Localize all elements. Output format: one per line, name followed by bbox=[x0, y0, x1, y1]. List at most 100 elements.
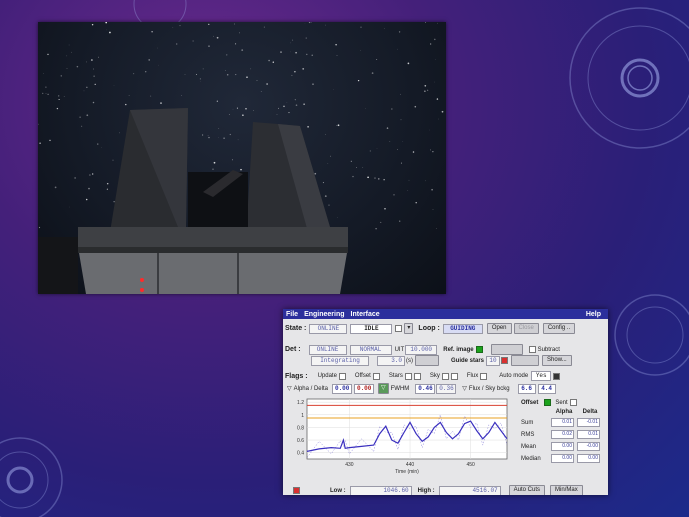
loop-label: Loop : bbox=[418, 325, 440, 332]
high-label: High : bbox=[417, 487, 435, 494]
guiding-plot: 1.2 1 0.8 0.6 0.4 430 440 450 Time (min) bbox=[297, 398, 508, 475]
flux-sky-expand-icon[interactable]: ▽ bbox=[462, 385, 467, 392]
offset-row: Mean 0.00 -0.00 bbox=[521, 442, 605, 451]
alpha-delta-label: Alpha / Delta bbox=[293, 385, 328, 392]
flags-row-2: ▽ Alpha / Delta 0.00 0.00 ▽ FWHM 0.46 0.… bbox=[287, 383, 556, 394]
state-idle-field: IDLE bbox=[350, 323, 393, 334]
low-label: Low : bbox=[330, 487, 346, 494]
offset-col-delta: Delta bbox=[582, 409, 598, 415]
delta-value-field: 0.00 bbox=[353, 383, 374, 394]
y-tick-label: 0.8 bbox=[297, 425, 304, 431]
det-online-field: ONLINE bbox=[308, 344, 347, 355]
flux-checkbox[interactable] bbox=[480, 372, 488, 380]
offset-panel: Offset Sent Alpha Delta Sum 0.01 -0.01 RMS 0… bbox=[521, 399, 605, 463]
update-checkbox[interactable] bbox=[338, 372, 346, 380]
offset-row-label: Mean bbox=[521, 443, 537, 450]
sent-checkbox[interactable] bbox=[569, 399, 577, 406]
offset-row: Sum 0.01 -0.01 bbox=[521, 418, 605, 427]
sky-checkbox[interactable] bbox=[441, 372, 449, 380]
cuts-row: Low : 1046.60 High : 4516.07 Auto Cuts M… bbox=[291, 485, 583, 495]
fwhm-label: FWHM bbox=[390, 385, 410, 392]
flux-label: Flux bbox=[466, 373, 479, 379]
menu-file[interactable]: File bbox=[286, 311, 298, 318]
auto-mode-checkbox[interactable] bbox=[553, 372, 561, 380]
state-online-field: ONLINE bbox=[309, 323, 348, 334]
x-tick-label: 440 bbox=[406, 462, 415, 468]
offset-checkbox[interactable] bbox=[372, 372, 380, 380]
offset-delta-value: -0.01 bbox=[577, 418, 600, 427]
close-button[interactable]: Close bbox=[513, 323, 539, 334]
ref-image-checkbox[interactable] bbox=[475, 346, 483, 353]
offset-label: Offset bbox=[354, 373, 371, 379]
state-arrow-button[interactable]: ▾ bbox=[404, 323, 414, 334]
guide-stars-indicator bbox=[501, 357, 509, 364]
cuts-indicator bbox=[293, 487, 300, 494]
offset-row: Median 0.00 0.00 bbox=[521, 454, 605, 463]
sky-label: Sky bbox=[429, 373, 440, 379]
open-button[interactable]: Open bbox=[486, 323, 512, 334]
seconds-button[interactable] bbox=[415, 355, 439, 366]
guide-stars-button[interactable] bbox=[511, 355, 540, 366]
menu-help[interactable]: Help bbox=[586, 311, 601, 318]
offset-col-alpha: Alpha bbox=[555, 409, 573, 415]
plot-area bbox=[306, 398, 508, 460]
offset-delta-value: 0.00 bbox=[577, 454, 600, 463]
y-tick-label: 0.4 bbox=[297, 451, 304, 457]
y-tick-label: 0.6 bbox=[297, 438, 304, 444]
offset-alpha-value: 0.02 bbox=[551, 430, 574, 439]
update-label: Update bbox=[317, 373, 337, 379]
offset-row: RMS 0.02 0.01 bbox=[521, 430, 605, 439]
fwhm-value-2: 0.36 bbox=[436, 383, 457, 394]
offset-delta-value: 0.01 bbox=[577, 430, 600, 439]
config-button[interactable]: Config .. bbox=[542, 323, 576, 334]
flux-sky-label: Flux / Sky bckg bbox=[468, 385, 510, 392]
min-max-button[interactable]: Min/Max bbox=[550, 485, 583, 495]
offset-sent-indicator bbox=[544, 399, 552, 406]
seconds-unit: (s) bbox=[406, 357, 413, 364]
uit-value-field[interactable]: 10.000 bbox=[405, 344, 438, 355]
alpha-delta-expand-icon[interactable]: ▽ bbox=[287, 385, 292, 392]
offset-alpha-value: 0.00 bbox=[551, 442, 574, 451]
show-button[interactable]: Show... bbox=[542, 355, 572, 366]
flags-label: Flags : bbox=[285, 372, 308, 380]
offset-alpha-value: 0.00 bbox=[551, 454, 574, 463]
det-row: Det : ONLINE NORMAL UIT 10.000 Ref. imag… bbox=[285, 344, 560, 355]
stars-label: Stars bbox=[388, 373, 403, 379]
menu-engineering[interactable]: Engineering bbox=[304, 311, 344, 318]
ref-image-button[interactable] bbox=[490, 344, 523, 355]
low-value-field[interactable]: 1046.60 bbox=[349, 485, 412, 495]
offset-delta-value: -0.00 bbox=[577, 442, 600, 451]
guide-stars-field[interactable]: 10 bbox=[486, 355, 501, 366]
alpha-value-field: 0.00 bbox=[331, 383, 352, 394]
high-value-field[interactable]: 4516.07 bbox=[438, 485, 501, 495]
state-checkbox[interactable] bbox=[395, 325, 403, 332]
seconds-field: 3.0 bbox=[377, 355, 405, 366]
fwhm-expand-button[interactable]: ▽ bbox=[377, 383, 389, 394]
offset-title: Offset bbox=[521, 399, 539, 406]
offset-alpha-value: 0.01 bbox=[551, 418, 574, 427]
subtract-checkbox[interactable] bbox=[528, 346, 536, 353]
state-row: State : ONLINE IDLE ▾ Loop : GUIDING Ope… bbox=[285, 323, 576, 334]
x-tick-label: 450 bbox=[466, 462, 475, 468]
sky-checkbox-2[interactable] bbox=[450, 372, 458, 380]
ref-image-label: Ref. image bbox=[443, 346, 474, 353]
auto-mode-label: Auto mode bbox=[499, 373, 529, 379]
menu-interface[interactable]: Interface bbox=[351, 311, 380, 318]
menu-bar: File Engineering Interface Help bbox=[283, 309, 608, 319]
guider-screen: File Engineering Interface Help State : … bbox=[283, 309, 608, 495]
auto-mode-field[interactable]: Yes bbox=[531, 371, 552, 381]
stars-checkbox-2[interactable] bbox=[413, 372, 421, 380]
x-tick-label: 430 bbox=[345, 462, 354, 468]
y-tick-label: 1.2 bbox=[297, 400, 304, 406]
offset-row-label: Median bbox=[521, 455, 541, 462]
stars-checkbox[interactable] bbox=[404, 372, 412, 380]
sent-label: Sent bbox=[555, 399, 568, 406]
telescope-photo bbox=[38, 22, 446, 294]
det-label: Det : bbox=[285, 346, 301, 353]
loop-guiding-field: GUIDING bbox=[442, 323, 483, 334]
offset-row-label: RMS bbox=[521, 431, 535, 438]
sky-value-field: 4.4 bbox=[537, 383, 556, 394]
det-normal-field: NORMAL bbox=[349, 344, 392, 355]
det-row-2: Integrating 3.0 (s) Guide stars 10 Show.… bbox=[311, 355, 572, 366]
auto-cuts-button[interactable]: Auto Cuts bbox=[508, 485, 546, 495]
